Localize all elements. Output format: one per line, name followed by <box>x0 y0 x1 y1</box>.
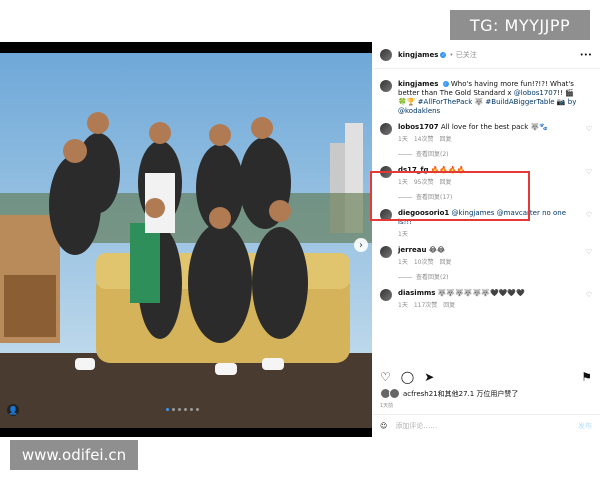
comment-time: 1天 <box>398 136 408 143</box>
post-date: 1天前 <box>380 403 394 409</box>
post-sidebar: kingjames ✓ • 已关注 ••• kingjames ✓ Who's … <box>372 42 600 437</box>
avatar[interactable] <box>380 80 392 92</box>
comment-time: 1天 <box>398 231 408 238</box>
carousel-dot <box>196 408 199 411</box>
heart-icon[interactable]: ♡ <box>586 291 592 299</box>
avatar[interactable] <box>380 289 392 301</box>
comment-text: 🐺🐺🐺🐺🐺🐺🖤🖤🖤🖤 <box>437 289 525 297</box>
comment-likes[interactable]: 14次赞 <box>414 135 434 144</box>
watermark-bottom: www.odifei.cn <box>10 440 138 470</box>
comment-text: All love for the best pack 🐺🐾 <box>440 123 548 131</box>
chevron-right-icon: › <box>359 239 363 251</box>
caption: kingjames ✓ Who's having more fun!?!?! W… <box>380 80 592 116</box>
reply-button[interactable]: 回复 <box>439 135 451 144</box>
heart-icon[interactable]: ♡ <box>586 248 592 256</box>
emoji-icon[interactable]: ☺ <box>380 422 387 430</box>
comment-time: 1天 <box>398 259 408 266</box>
post-photo <box>0 53 372 428</box>
post-username[interactable]: kingjames <box>398 51 438 59</box>
comment-username[interactable]: jerreau <box>398 246 427 254</box>
comment-text: 😂😂 <box>428 246 446 254</box>
bookmark-icon[interactable]: ⚑ <box>581 370 592 384</box>
comment-username[interactable]: diasimms <box>398 289 435 297</box>
add-comment-bar: ☺ 添加评论…… 发布 <box>372 414 600 437</box>
post-comment-button[interactable]: 发布 <box>578 421 592 431</box>
avatar[interactable] <box>380 49 392 61</box>
heart-icon[interactable]: ♡ <box>586 125 592 133</box>
photo-panel: › 👤 <box>0 42 372 437</box>
tag-person-icon[interactable]: 👤 <box>7 404 19 416</box>
caption-hashtags[interactable]: #AllForThePack 🐺 #BuildABiggerTable 📷 by <box>418 98 577 106</box>
follow-status[interactable]: • 已关注 <box>449 50 476 60</box>
view-replies[interactable]: 查看回复(2) <box>398 273 578 282</box>
comment-time: 1天 <box>398 302 408 309</box>
carousel-dots <box>166 408 199 411</box>
comment-likes[interactable]: 117次赞 <box>414 301 437 310</box>
instagram-post: › 👤 kingjames ✓ • 已关注 ••• kingjames ✓ Wh… <box>0 42 600 437</box>
post-actions: ♡ ◯ ➤ ⚑ <box>380 370 592 384</box>
carousel-dot <box>178 408 181 411</box>
likes-summary[interactable]: acfresh21和其他27.1 万位用户赞了 <box>380 388 518 399</box>
comment-item: jerreau 😂😂 1天 10次赞 回复 查看回复(2) ♡ <box>380 246 592 282</box>
comment-username[interactable]: lobos1707 <box>398 123 439 131</box>
heart-icon[interactable]: ♡ <box>380 370 391 384</box>
comment-item: diasimms 🐺🐺🐺🐺🐺🐺🖤🖤🖤🖤 1天 117次赞 回复 ♡ <box>380 289 592 310</box>
heart-icon[interactable]: ♡ <box>586 168 592 176</box>
comment-input[interactable]: 添加评论…… <box>395 421 437 431</box>
share-icon[interactable]: ➤ <box>424 370 434 384</box>
carousel-dot <box>190 408 193 411</box>
avatar[interactable] <box>380 123 392 135</box>
verified-icon: ✓ <box>442 81 449 87</box>
caption-username[interactable]: kingjames <box>398 80 438 88</box>
watermark-top: TG: MYYJJPP <box>450 10 590 40</box>
reply-button[interactable]: 回复 <box>439 258 451 267</box>
comment-item: lobos1707 All love for the best pack 🐺🐾 … <box>380 123 592 159</box>
carousel-dot <box>172 408 175 411</box>
comment-likes[interactable]: 10次赞 <box>414 258 434 267</box>
next-photo-button[interactable]: › <box>354 238 368 252</box>
heart-icon[interactable]: ♡ <box>586 211 592 219</box>
post-header: kingjames ✓ • 已关注 ••• <box>372 42 600 69</box>
caption-mention[interactable]: @lobos1707 <box>514 89 557 97</box>
avatar <box>389 388 400 399</box>
reply-button[interactable]: 回复 <box>443 301 455 310</box>
avatar[interactable] <box>380 246 392 258</box>
view-replies[interactable]: 查看回复(2) <box>398 150 578 159</box>
highlight-box <box>370 171 530 221</box>
carousel-dot <box>184 408 187 411</box>
carousel-dot <box>166 408 169 411</box>
caption-photographer[interactable]: @kodaklens <box>398 107 440 115</box>
verified-icon: ✓ <box>440 52 447 58</box>
likes-text[interactable]: acfresh21和其他27.1 万位用户赞了 <box>403 389 518 399</box>
comment-icon[interactable]: ◯ <box>401 370 414 384</box>
more-options-icon[interactable]: ••• <box>580 51 592 59</box>
